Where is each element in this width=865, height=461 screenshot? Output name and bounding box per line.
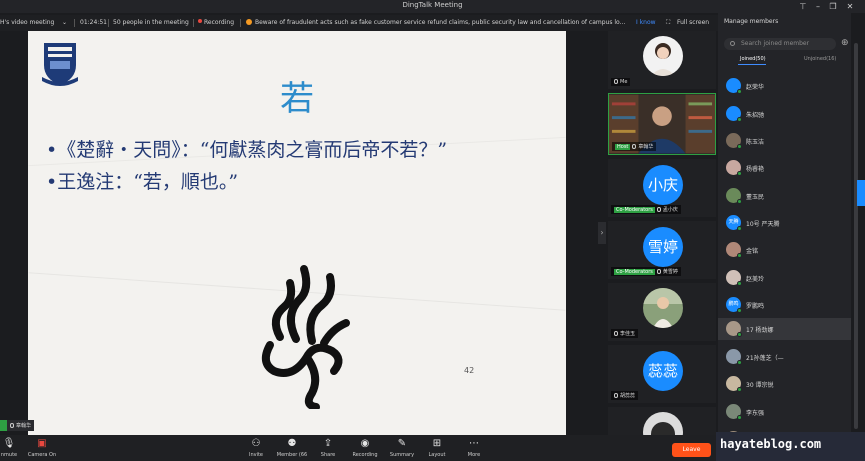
participant-tile-7[interactable] bbox=[608, 407, 716, 435]
avatar bbox=[643, 412, 683, 435]
meeting-info-bar: H's video meeting ⌄ 01:24:51 50 people i… bbox=[0, 15, 718, 31]
participant-label: Me bbox=[611, 78, 631, 86]
mic-icon bbox=[632, 144, 637, 149]
camera-button[interactable]: ▣ Camera On bbox=[26, 438, 58, 460]
list-item[interactable]: 陈玉洁 bbox=[718, 130, 851, 152]
side-tab[interactable] bbox=[857, 180, 865, 206]
title-bar: DingTalk Meeting ⊤ – ❐ ✕ bbox=[0, 0, 865, 13]
participant-label: 李佳玉 bbox=[611, 329, 639, 338]
members-scrollbar[interactable] bbox=[851, 13, 865, 461]
fullscreen-icon[interactable]: ⛶ bbox=[666, 19, 670, 27]
participant-tile-6[interactable]: 蕊蕊 胡蕊蕊 bbox=[608, 345, 716, 403]
meeting-toolbar: 🎙 nmute ▣ Camera On ⚇ Invite ⚉ Member (66 ⇪ S… bbox=[0, 435, 718, 461]
more-icon: ⋯ bbox=[469, 438, 479, 449]
restore-icon[interactable]: ❐ bbox=[826, 0, 840, 13]
window-title: DingTalk Meeting bbox=[402, 1, 463, 9]
list-item[interactable]: 董玉民 bbox=[718, 185, 851, 207]
list-item[interactable]: 30 谭宗锐 bbox=[718, 373, 851, 395]
participant-label: Co-Moderators 黄雪婷 bbox=[611, 267, 681, 276]
mic-off-icon bbox=[656, 269, 661, 274]
unmute-button[interactable]: 🎙 nmute bbox=[0, 438, 18, 460]
avatar: 蕊蕊 bbox=[643, 351, 683, 391]
tab-joined[interactable]: Joined(50) bbox=[740, 56, 766, 62]
list-item-selected[interactable]: 17 杨劲娜 bbox=[718, 318, 851, 340]
leave-button[interactable]: Leave bbox=[672, 443, 711, 457]
share-screen-icon: ⇪ bbox=[323, 438, 333, 449]
recording-button[interactable]: ◉ Recording bbox=[350, 438, 380, 460]
list-item[interactable]: 李东强 bbox=[718, 401, 851, 423]
slide-bullet-1: •《楚辭・天問》：“何獻蒸肉之膏而后帝不若？” bbox=[46, 139, 448, 161]
mic-off-icon: 🎙 bbox=[2, 438, 16, 449]
member-tabs: Joined(50) Unjoined(16) bbox=[718, 54, 851, 66]
avatar bbox=[643, 36, 683, 76]
participant-label: Host 章翰华 bbox=[612, 142, 657, 151]
participant-tile-host[interactable]: Host 章翰华 bbox=[608, 93, 716, 155]
minimize-icon[interactable]: – bbox=[811, 0, 825, 13]
active-speaker-name: 章翰华 bbox=[16, 423, 32, 429]
collapse-video-column-button[interactable]: › bbox=[598, 222, 606, 244]
chevron-down-icon[interactable]: ⌄ bbox=[62, 19, 67, 26]
mic-off-icon bbox=[614, 393, 618, 398]
users-icon: ⚉ bbox=[287, 438, 297, 449]
meeting-window: DingTalk Meeting ⊤ – ❐ ✕ H's video meeti… bbox=[0, 0, 865, 461]
mic-off-icon bbox=[656, 207, 661, 212]
ancient-character-glyph-icon bbox=[261, 265, 350, 409]
meeting-duration: 01:24:51 bbox=[80, 19, 107, 26]
layout-button[interactable]: ⊞ Layout bbox=[426, 438, 448, 460]
participant-tile-5[interactable]: 李佳玉 bbox=[608, 283, 716, 341]
full-screen-button[interactable]: Full screen bbox=[677, 19, 709, 26]
list-item[interactable]: 杨睿艳 bbox=[718, 157, 851, 179]
list-item[interactable]: 赵美玲 bbox=[718, 267, 851, 289]
avatar: 小庆 bbox=[643, 165, 683, 205]
i-know-link[interactable]: I know bbox=[636, 19, 656, 26]
slide-page-number: 42 bbox=[464, 366, 475, 375]
share-button[interactable]: ⇪ Share bbox=[318, 438, 338, 460]
list-item[interactable]: 鹏鸣 罗鹏鸣 bbox=[718, 294, 851, 316]
list-item[interactable]: 21孙蓬芝（— bbox=[718, 346, 851, 368]
tab-unjoined[interactable]: Unjoined(16) bbox=[804, 56, 836, 62]
list-item[interactable]: 朱招驰 bbox=[718, 103, 851, 125]
active-speaker-chip: 章翰华 bbox=[0, 420, 35, 431]
close-icon[interactable]: ✕ bbox=[843, 0, 857, 13]
layout-grid-icon: ⊞ bbox=[432, 438, 442, 449]
list-item[interactable]: 金铭 bbox=[718, 239, 851, 261]
camera-icon: ▣ bbox=[37, 438, 47, 449]
people-count[interactable]: 50 people in the meeting bbox=[113, 19, 189, 26]
pin-icon[interactable]: ⊤ bbox=[796, 0, 810, 13]
search-icon bbox=[730, 41, 735, 46]
recording-dot-icon bbox=[198, 19, 202, 23]
watermark: hayateblog.com bbox=[716, 432, 865, 461]
add-user-icon: ⚇ bbox=[251, 438, 261, 449]
summary-icon: ✎ bbox=[397, 438, 407, 449]
invite-button[interactable]: ⚇ Invite bbox=[246, 438, 266, 460]
avatar bbox=[643, 288, 683, 328]
participant-video-column: Me Host 章翰华 小庆 Co-Moderators 孟小庆 雪婷 Co-Mod… bbox=[606, 31, 718, 435]
member-search-input[interactable]: Search joined member bbox=[724, 38, 836, 50]
warning-icon bbox=[246, 19, 252, 25]
add-member-icon[interactable]: ⊕ bbox=[841, 38, 849, 48]
participant-label: Co-Moderators 孟小庆 bbox=[611, 205, 681, 214]
more-button[interactable]: ⋯ More bbox=[464, 438, 484, 460]
fraud-notice: Beware of fraudulent acts such as fake c… bbox=[246, 19, 631, 26]
member-button[interactable]: ⚉ Member (66 bbox=[274, 438, 310, 460]
mic-icon bbox=[10, 423, 14, 428]
avatar: 雪婷 bbox=[643, 227, 683, 267]
recording-status: Recording bbox=[198, 19, 234, 26]
list-item[interactable]: 赵荣华 bbox=[718, 75, 851, 97]
shared-slide: 若 •《楚辭・天問》：“何獻蒸肉之膏而后帝不若？” •王逸注：“若，順也。” 4… bbox=[28, 31, 566, 435]
participant-tile-cohost-2[interactable]: 雪婷 Co-Moderators 黄雪婷 bbox=[608, 221, 716, 279]
meeting-name: H's video meeting bbox=[0, 19, 55, 26]
members-panel-title: Manage members bbox=[724, 18, 779, 25]
summary-button[interactable]: ✎ Summary bbox=[388, 438, 416, 460]
slide-title: 若 bbox=[280, 79, 314, 119]
participant-tile-me[interactable]: Me bbox=[608, 31, 716, 89]
list-item[interactable]: 天腾 10号 严天腾 bbox=[718, 212, 851, 234]
mic-off-icon bbox=[614, 79, 618, 84]
mic-off-icon bbox=[614, 331, 618, 336]
record-icon: ◉ bbox=[360, 438, 370, 449]
participant-tile-cohost-1[interactable]: 小庆 Co-Moderators 孟小庆 bbox=[608, 159, 716, 217]
members-panel: Manage members Search joined member ⊕ Jo… bbox=[718, 13, 851, 461]
participant-label: 胡蕊蕊 bbox=[611, 391, 639, 400]
slide-bullet-2: •王逸注：“若，順也。” bbox=[46, 171, 239, 193]
